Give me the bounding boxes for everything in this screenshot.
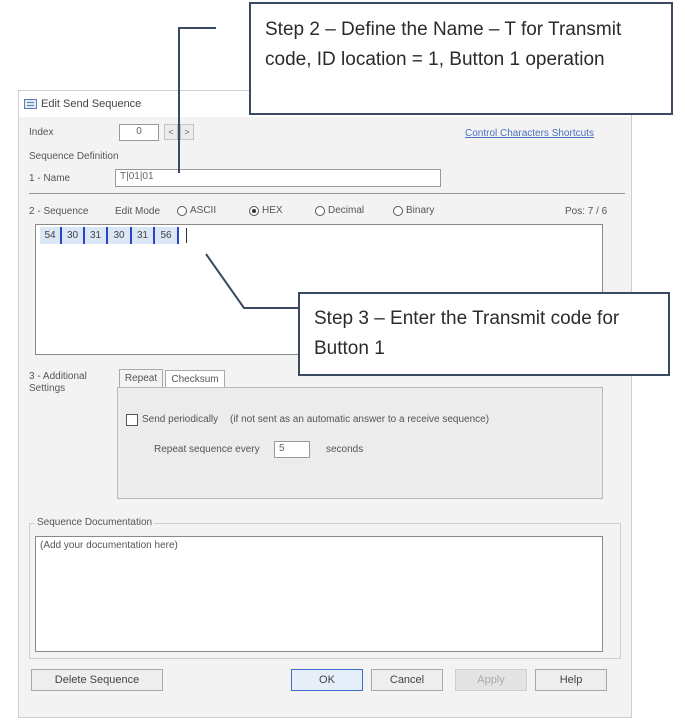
index-prev-button[interactable]: < bbox=[164, 124, 178, 140]
radio-selected-icon[interactable] bbox=[249, 206, 259, 216]
step3-leader-path bbox=[205, 253, 298, 309]
step3-callout: Step 3 – Enter the Transmit code for But… bbox=[298, 292, 670, 376]
control-characters-link[interactable]: Control Characters Shortcuts bbox=[465, 128, 594, 139]
mode-decimal-label: Decimal bbox=[328, 205, 365, 216]
apply-button[interactable]: Apply bbox=[455, 669, 527, 691]
help-button[interactable]: Help bbox=[535, 669, 607, 691]
tab-checksum[interactable]: Checksum bbox=[165, 370, 225, 388]
name-field[interactable]: T|01|01 bbox=[115, 169, 441, 187]
byte-cell[interactable]: 31 bbox=[85, 227, 108, 244]
index-label: Index bbox=[29, 127, 54, 138]
sequence-label: 2 - Sequence bbox=[29, 206, 89, 217]
repeat-panel: Send periodically (if not sent as an aut… bbox=[117, 387, 603, 499]
edit-send-sequence-dialog: Edit Send Sequence Index 0 < > Control C… bbox=[18, 90, 632, 718]
step3-text: Step 3 – Enter the Transmit code for But… bbox=[314, 308, 620, 359]
send-periodically-checkbox[interactable] bbox=[126, 414, 138, 426]
app-icon bbox=[24, 99, 37, 109]
mode-ascii-label: ASCII bbox=[190, 205, 217, 216]
repeat-interval-field[interactable]: 5 bbox=[274, 441, 310, 458]
send-periodically-note: (if not sent as an automatic answer to a… bbox=[230, 414, 490, 425]
cancel-button[interactable]: Cancel bbox=[371, 669, 443, 691]
radio-icon[interactable] bbox=[393, 206, 403, 216]
mode-binary-label: Binary bbox=[406, 205, 435, 216]
mode-hex-label: HEX bbox=[262, 205, 283, 216]
edit-mode-label: Edit Mode bbox=[115, 206, 161, 217]
divider bbox=[29, 193, 625, 194]
radio-icon[interactable] bbox=[177, 206, 187, 216]
sequence-definition-label: Sequence Definition bbox=[29, 151, 119, 162]
additional-settings-label: 3 - Additional Settings bbox=[29, 371, 87, 394]
send-periodically-label: Send periodically bbox=[142, 414, 219, 425]
step2-text: Step 2 – Define the Name – T for Transmi… bbox=[265, 19, 622, 70]
byte-cell[interactable]: 30 bbox=[62, 227, 85, 244]
delete-sequence-button[interactable]: Delete Sequence bbox=[31, 669, 163, 691]
index-field[interactable]: 0 bbox=[119, 124, 159, 141]
byte-cell[interactable]: 56 bbox=[155, 227, 179, 244]
index-next-button[interactable]: > bbox=[180, 124, 194, 140]
byte-cell[interactable]: 31 bbox=[132, 227, 155, 244]
documentation-label: Sequence Documentation bbox=[35, 517, 155, 528]
position-indicator: Pos: 7 / 6 bbox=[565, 206, 608, 217]
step2-leader-line bbox=[178, 27, 180, 173]
documentation-field[interactable]: (Add your documentation here) bbox=[35, 536, 603, 652]
step2-leader-line bbox=[178, 27, 216, 29]
step3-leader-line bbox=[205, 253, 298, 309]
repeat-unit-label: seconds bbox=[326, 444, 364, 455]
byte-cell[interactable]: 54 bbox=[40, 227, 62, 244]
text-caret bbox=[186, 228, 187, 243]
radio-icon[interactable] bbox=[315, 206, 325, 216]
name-label: 1 - Name bbox=[29, 173, 71, 184]
repeat-every-label: Repeat sequence every bbox=[154, 444, 260, 455]
ok-button[interactable]: OK bbox=[291, 669, 363, 691]
byte-cell[interactable]: 30 bbox=[108, 227, 132, 244]
dialog-title: Edit Send Sequence bbox=[41, 98, 142, 110]
step2-callout: Step 2 – Define the Name – T for Transmi… bbox=[249, 2, 673, 115]
tab-repeat[interactable]: Repeat bbox=[119, 369, 163, 387]
